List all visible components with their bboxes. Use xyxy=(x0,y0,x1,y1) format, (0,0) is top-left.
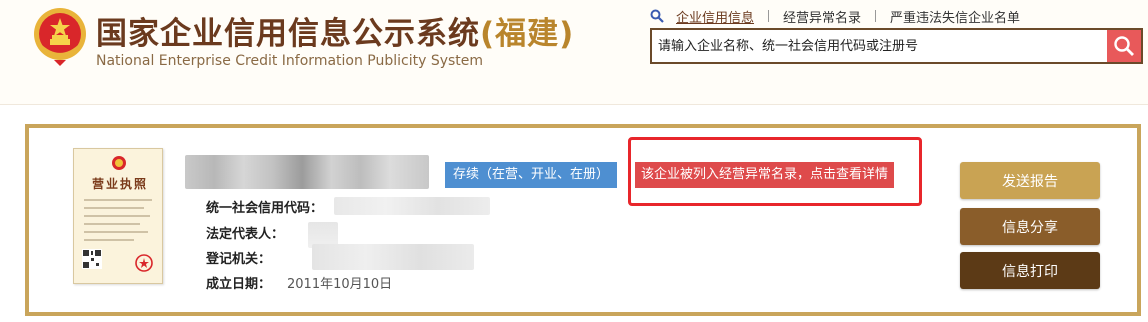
license-text-line xyxy=(84,199,152,201)
license-title: 营业执照 xyxy=(92,177,149,191)
nav-serious-violation-list[interactable]: 严重违法失信企业名单 xyxy=(890,7,1020,26)
send-report-button[interactable]: 发送报告 xyxy=(960,162,1100,199)
established-date: 2011年10月10日 xyxy=(287,277,393,292)
province-label: (福建) xyxy=(480,16,575,52)
share-button[interactable]: 信息分享 xyxy=(960,208,1100,245)
print-button[interactable]: 信息打印 xyxy=(960,252,1100,289)
registry-label: 登记机关： xyxy=(206,252,272,267)
abnormal-list-notice[interactable]: 该企业被列入经营异常名录，点击查看详情 xyxy=(635,162,895,188)
legal-rep-label: 法定代表人： xyxy=(206,227,285,242)
national-emblem-icon xyxy=(34,8,86,66)
emblem-icon xyxy=(112,156,126,170)
company-name-redacted[interactable] xyxy=(185,155,429,189)
status-badge: 存续（在营、开业、在册） xyxy=(445,162,618,188)
license-text-line xyxy=(84,239,134,241)
license-text-line xyxy=(84,223,140,225)
search-icon xyxy=(1114,36,1134,56)
nav-divider xyxy=(875,10,877,22)
search-input[interactable] xyxy=(658,30,1106,62)
site-title: 国家企业信用信息公示系统(福建) xyxy=(96,8,574,53)
nav-abnormal-list[interactable]: 经营异常名录 xyxy=(783,7,861,26)
header-divider xyxy=(0,104,1148,105)
top-nav: 企业信用信息 经营异常名录 严重违法失信企业名单 xyxy=(650,7,1020,26)
result-card: 营业执照 存续（在营、开业、在册） 该企业被列入经营异常名录，点击查看详情 统一… xyxy=(25,124,1141,316)
license-text-line xyxy=(84,231,148,233)
search-box xyxy=(650,28,1143,64)
credit-code-redacted xyxy=(334,197,490,215)
site-title-text: 国家企业信用信息公示系统 xyxy=(96,16,480,52)
license-text-line xyxy=(84,207,144,209)
qr-code-icon xyxy=(82,249,102,269)
business-license-thumbnail[interactable]: 营业执照 xyxy=(73,148,163,284)
site-header: 国家企业信用信息公示系统(福建) National Enterprise Cre… xyxy=(0,0,1148,104)
registry-redacted xyxy=(312,244,474,270)
search-icon xyxy=(650,9,664,23)
nav-divider xyxy=(768,10,770,22)
seal-icon xyxy=(135,254,153,272)
license-text-line xyxy=(84,215,150,217)
search-button[interactable] xyxy=(1107,30,1141,62)
nav-enterprise-credit[interactable]: 企业信用信息 xyxy=(676,7,754,26)
credit-code-label: 统一社会信用代码： xyxy=(206,201,324,216)
site-subtitle: National Enterprise Credit Information P… xyxy=(96,53,484,69)
established-label: 成立日期： xyxy=(206,277,272,292)
